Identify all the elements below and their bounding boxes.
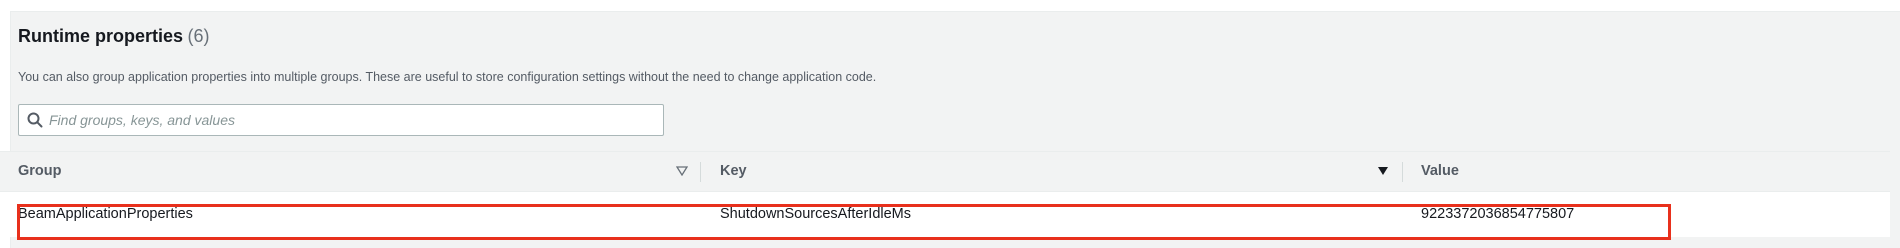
section-title: Runtime properties [18,26,184,46]
cell-value: 9223372036854775807 [1421,206,1575,222]
section-header: Runtime properties (6) [18,26,209,47]
table-header-row: Group Key Value [0,152,1890,192]
column-divider[interactable] [1402,162,1403,182]
sort-unsorted-icon[interactable] [676,166,688,176]
cell-group: BeamApplicationProperties [18,206,193,222]
property-count: (6) [187,26,210,46]
search-box[interactable] [18,104,664,136]
cell-key: ShutdownSourcesAfterIdleMs [720,206,912,222]
column-divider[interactable] [700,162,701,182]
column-header-group[interactable]: Group [18,152,62,191]
search-input[interactable] [49,109,649,131]
sort-descending-icon[interactable] [1377,166,1389,176]
table-row[interactable]: BeamApplicationProperties ShutdownSource… [0,192,1890,237]
search-icon [27,112,43,128]
section-description: You can also group application propertie… [18,70,877,84]
column-header-key[interactable]: Key [720,152,747,191]
column-header-value: Value [1421,163,1459,179]
